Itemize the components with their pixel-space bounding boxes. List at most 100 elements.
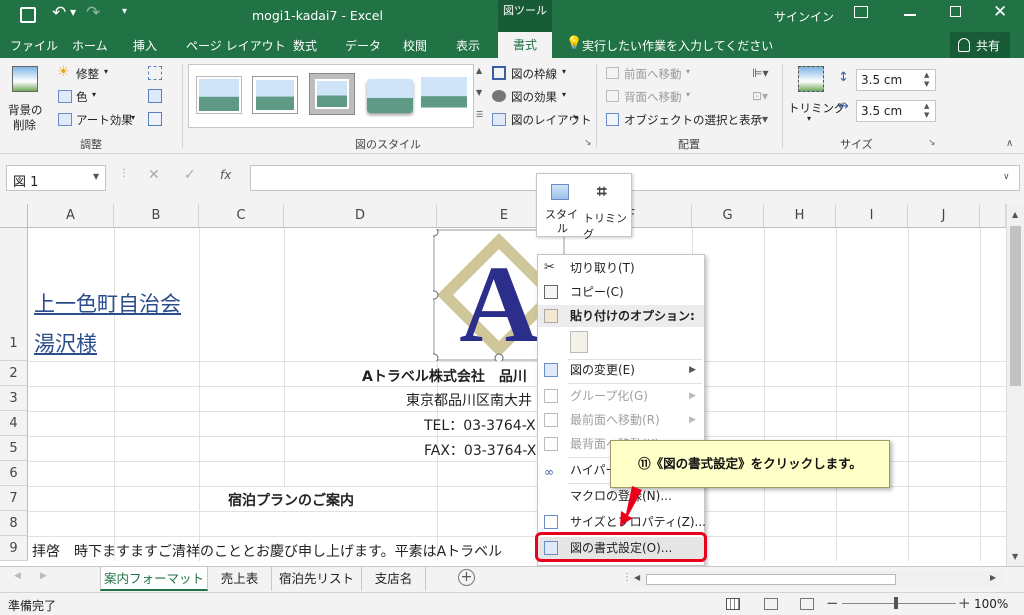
width-spinner-icon[interactable]: ▲ ▼: [924, 102, 929, 120]
sheet-tab-active[interactable]: 案内フォーマット: [100, 567, 208, 591]
row-header[interactable]: 9: [0, 536, 28, 561]
mini-style-button[interactable]: スタイ ル: [541, 178, 581, 235]
artistic-effects-button[interactable]: アート効果: [76, 112, 133, 128]
column-header[interactable]: D: [284, 204, 437, 228]
bring-forward-dropdown-icon[interactable]: ▾: [686, 67, 690, 76]
scroll-left-icon[interactable]: ◀: [634, 573, 640, 582]
send-backward-dropdown-icon[interactable]: ▾: [686, 90, 690, 99]
scroll-thumb[interactable]: [1010, 226, 1021, 386]
signin-link[interactable]: サインイン: [774, 8, 834, 25]
tab-home[interactable]: ホーム: [72, 37, 108, 54]
share-button[interactable]: 共有: [950, 32, 1010, 58]
zoom-out-icon[interactable]: −: [826, 594, 839, 612]
cell-c7[interactable]: 宿泊プランのご案内: [228, 490, 354, 510]
cell-d2[interactable]: Aトラベル株式会社 品川: [362, 366, 527, 386]
cell-d3[interactable]: 東京都品川区南大井: [406, 390, 532, 410]
group-objects-icon[interactable]: ⊡▾: [752, 89, 768, 103]
zoom-level[interactable]: 100%: [974, 597, 1008, 611]
name-box[interactable]: 図 1 ▼: [6, 165, 106, 191]
size-launcher-icon[interactable]: ↘: [928, 138, 936, 148]
menu-group[interactable]: グループ化(G) ▶: [538, 385, 704, 407]
row-header[interactable]: 4: [0, 411, 28, 436]
row-header[interactable]: 3: [0, 386, 28, 411]
select-all-corner[interactable]: [0, 204, 28, 228]
selection-pane-button[interactable]: オブジェクトの選択と表示: [624, 112, 762, 128]
tab-insert[interactable]: 挿入: [133, 37, 157, 54]
column-header[interactable]: I: [836, 204, 908, 228]
name-box-dropdown-icon[interactable]: ▼: [93, 172, 99, 181]
column-header[interactable]: J: [908, 204, 980, 228]
column-header[interactable]: H: [764, 204, 836, 228]
redo-icon[interactable]: ↷: [86, 3, 100, 23]
column-header[interactable]: B: [114, 204, 199, 228]
column-header[interactable]: G: [692, 204, 764, 228]
compress-pictures-icon[interactable]: [148, 66, 162, 80]
picture-layout-dropdown-icon[interactable]: ▾: [574, 113, 578, 122]
add-sheet-icon[interactable]: +: [458, 569, 475, 586]
style-thumb-3[interactable]: [309, 73, 355, 115]
mini-crop-button[interactable]: ⌗ トリミング: [583, 178, 629, 241]
cell-a9[interactable]: 拝啓 時下ますますご清祥のこととお慶び申し上げます。平素はAトラベル: [32, 541, 502, 561]
vertical-scrollbar[interactable]: ▲ ▼: [1006, 204, 1024, 566]
rotate-icon[interactable]: ⟳▾: [752, 112, 768, 126]
cell-d4[interactable]: TEL：03-3764-X: [424, 415, 536, 435]
menu-copy[interactable]: コピー(C): [538, 281, 704, 303]
picture-border-dropdown-icon[interactable]: ▾: [562, 67, 566, 76]
row-header[interactable]: 5: [0, 436, 28, 461]
artistic-effects-dropdown-icon[interactable]: ▾: [131, 113, 135, 122]
gallery-more-icon[interactable]: ☰: [476, 110, 483, 119]
tab-review[interactable]: 校閲: [403, 37, 427, 54]
page-layout-view-icon[interactable]: [764, 598, 778, 610]
close-icon[interactable]: ✕: [993, 2, 1007, 22]
tab-format[interactable]: 書式: [498, 32, 552, 58]
picture-layout-button[interactable]: 図のレイアウト: [511, 112, 592, 128]
maximize-icon[interactable]: [950, 6, 961, 17]
row-header[interactable]: 8: [0, 511, 28, 536]
insert-function-icon[interactable]: fx: [220, 168, 231, 182]
picture-effects-dropdown-icon[interactable]: ▾: [562, 90, 566, 99]
row-header[interactable]: 7: [0, 486, 28, 511]
height-spinner-icon[interactable]: ▲ ▼: [924, 71, 929, 89]
gallery-scroll-up-icon[interactable]: ▲: [476, 66, 482, 75]
height-input[interactable]: 3.5 cm ▲ ▼: [856, 69, 936, 91]
picture-effects-button[interactable]: 図の効果: [511, 89, 557, 105]
tab-data[interactable]: データ: [345, 37, 381, 54]
tab-view[interactable]: 表示: [456, 37, 480, 54]
paste-option-clipboard-icon[interactable]: [570, 331, 588, 353]
column-header[interactable]: A: [28, 204, 114, 228]
cell-d5[interactable]: FAX：03-3764-X: [424, 440, 536, 460]
tell-me-input[interactable]: 実行したい作業を入力してください: [582, 37, 773, 54]
style-thumb-1[interactable]: [197, 77, 241, 113]
zoom-slider[interactable]: [842, 597, 956, 609]
sheet-nav-prev-icon[interactable]: ◀: [14, 571, 21, 581]
collapse-ribbon-icon[interactable]: ∧: [1006, 138, 1013, 149]
minimize-icon[interactable]: [904, 14, 916, 16]
sheet-tab[interactable]: 売上表: [208, 567, 272, 591]
style-thumb-2[interactable]: [253, 77, 297, 113]
zoom-slider-thumb[interactable]: [894, 597, 898, 609]
sheet-nav-next-icon[interactable]: ▶: [40, 571, 47, 581]
undo-icon[interactable]: ↶: [52, 3, 66, 23]
horizontal-scroll-thumb[interactable]: [646, 574, 896, 585]
picture-styles-launcher-icon[interactable]: ↘: [584, 138, 592, 148]
scroll-down-icon[interactable]: ▼: [1012, 552, 1018, 561]
save-icon[interactable]: [20, 7, 36, 23]
menu-cut[interactable]: ✂ 切り取り(T): [538, 257, 704, 279]
bring-forward-button[interactable]: 前面へ移動: [624, 66, 682, 82]
color-dropdown-icon[interactable]: ▾: [92, 90, 96, 99]
cancel-formula-icon[interactable]: ✕: [148, 167, 160, 183]
width-input[interactable]: 3.5 cm ▲ ▼: [856, 100, 936, 122]
formula-input[interactable]: ∨: [250, 165, 1020, 191]
tab-formulas[interactable]: 数式: [293, 37, 317, 54]
zoom-in-icon[interactable]: +: [958, 594, 971, 612]
row-header[interactable]: 6: [0, 461, 28, 486]
gallery-scroll-down-icon[interactable]: ▼: [476, 88, 482, 97]
cell-a1-line2[interactable]: 湯沢様: [34, 328, 97, 358]
column-header[interactable]: C: [199, 204, 284, 228]
send-backward-button[interactable]: 背面へ移動: [624, 89, 682, 105]
tab-page-layout[interactable]: ページ レイアウト: [186, 37, 286, 54]
color-button[interactable]: 色: [76, 89, 88, 105]
page-break-view-icon[interactable]: [800, 598, 814, 610]
enter-formula-icon[interactable]: ✓: [184, 167, 196, 183]
ribbon-display-options-icon[interactable]: [854, 6, 868, 18]
